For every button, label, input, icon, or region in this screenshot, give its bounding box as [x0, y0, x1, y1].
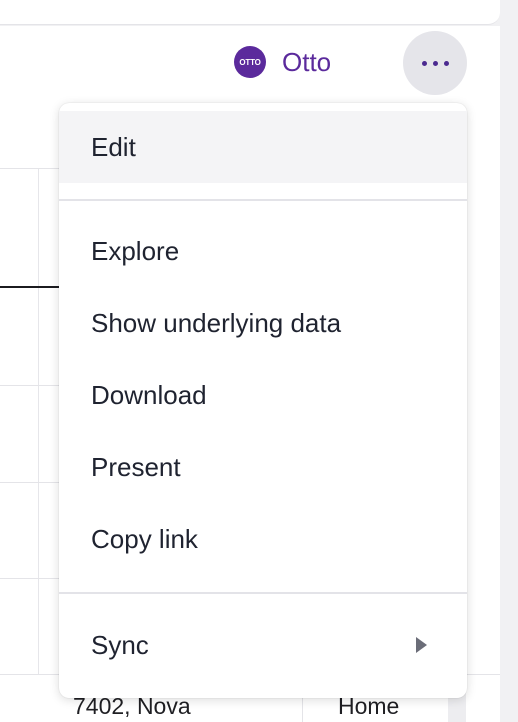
page-background-strip — [500, 0, 518, 722]
menu-item-label: Download — [91, 379, 207, 410]
menu-item-edit[interactable]: Edit — [59, 111, 467, 183]
menu-item-sync[interactable]: Sync — [59, 609, 467, 681]
menu-item-copy-link[interactable]: Copy link — [59, 503, 467, 575]
ellipsis-icon — [432, 60, 438, 66]
menu-item-label: Copy link — [91, 523, 198, 554]
ellipsis-icon — [443, 60, 449, 66]
menu-item-label: Present — [91, 451, 181, 482]
menu-item-label: Edit — [91, 131, 136, 162]
ellipsis-icon — [421, 60, 427, 66]
otto-assistant-button[interactable]: OTTO Otto — [234, 46, 331, 78]
menu-item-download[interactable]: Download — [59, 359, 467, 431]
table-row-line — [0, 578, 60, 579]
menu-item-present[interactable]: Present — [59, 431, 467, 503]
menu-item-label: Show underlying data — [91, 307, 342, 338]
menu-item-label: Sync — [91, 629, 149, 660]
top-card — [0, 0, 500, 25]
more-options-button[interactable] — [403, 31, 467, 95]
otto-logo-icon: OTTO — [234, 46, 266, 78]
table-header-underline — [0, 286, 60, 288]
menu-item-label: Explore — [91, 235, 180, 266]
table-row-line — [0, 385, 60, 386]
menu-item-explore[interactable]: Explore — [59, 215, 467, 287]
table-row-line — [0, 482, 60, 483]
otto-label: Otto — [282, 46, 332, 77]
table-column-line — [38, 168, 39, 722]
table-row-line — [0, 168, 60, 169]
page: 7402, Nova Home OTTO Otto Edit Explore S… — [0, 0, 518, 722]
chevron-right-icon — [416, 637, 427, 653]
menu-item-show-underlying-data[interactable]: Show underlying data — [59, 287, 467, 359]
menu-divider — [59, 199, 467, 201]
more-options-menu: Edit Explore Show underlying data Downlo… — [59, 103, 467, 698]
menu-divider — [59, 592, 467, 594]
